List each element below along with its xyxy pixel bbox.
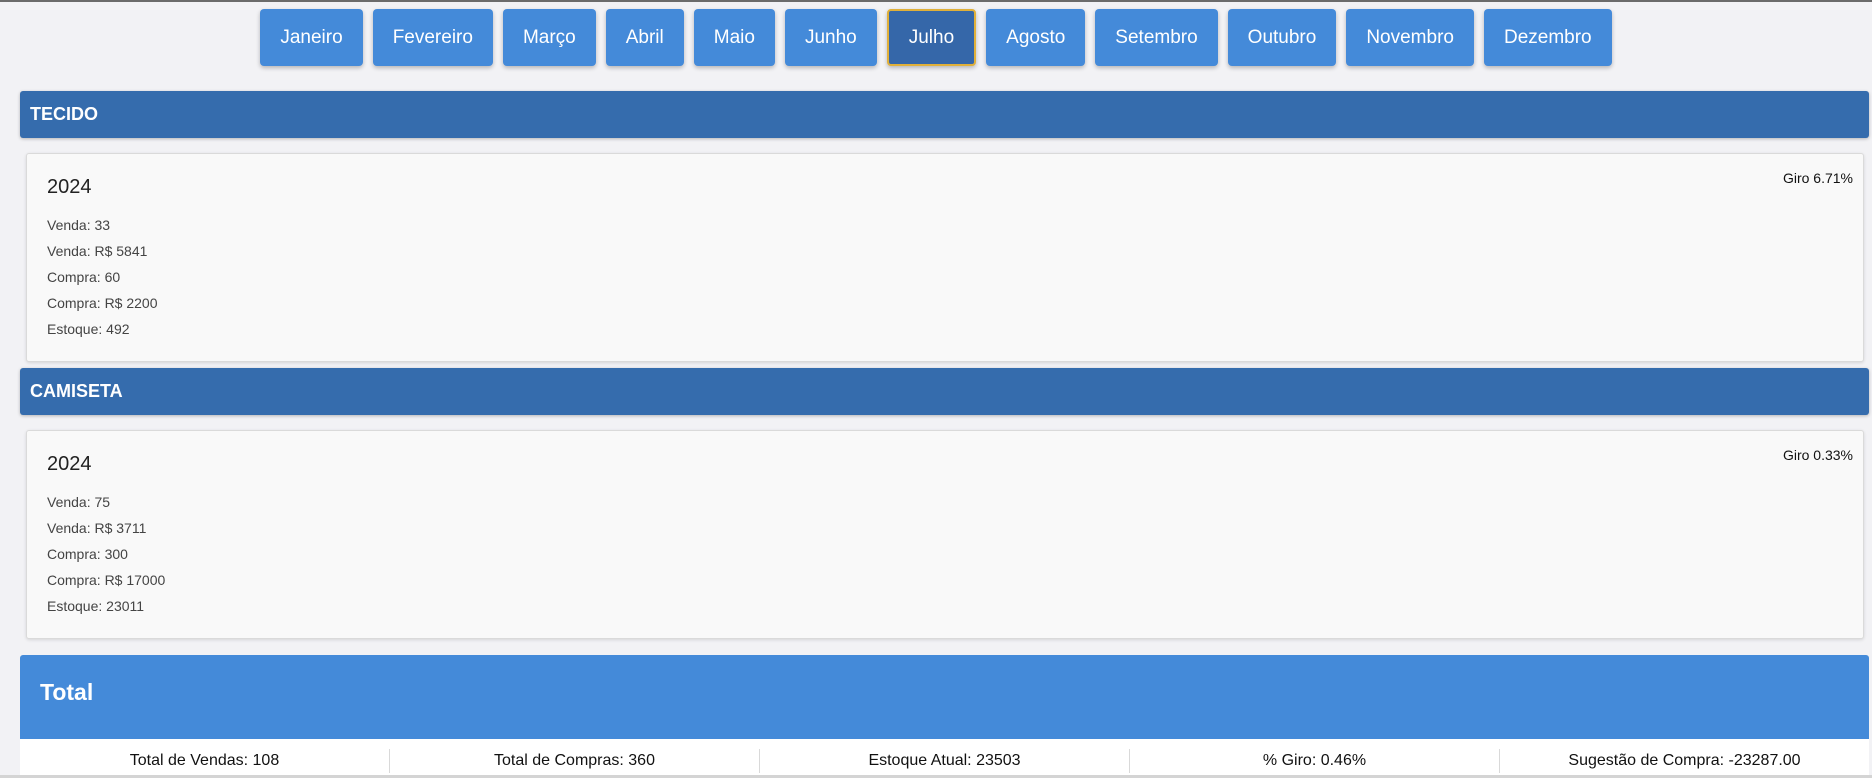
giro-percent: Giro 0.33% xyxy=(1782,447,1853,463)
month-selector: Janeiro Fevereiro Março Abril Maio Junho… xyxy=(0,9,1872,66)
month-button-agosto[interactable]: Agosto xyxy=(986,9,1086,66)
stat-compra-value: Compra: R$ 17000 xyxy=(47,572,166,588)
card-year: 2024 xyxy=(47,453,92,475)
month-button-fevereiro[interactable]: Fevereiro xyxy=(372,9,493,66)
month-button-setembro[interactable]: Setembro xyxy=(1095,9,1218,66)
window-top-border xyxy=(0,0,1872,2)
total-panel: Total xyxy=(20,655,1869,739)
month-button-julho[interactable]: Julho xyxy=(886,9,977,66)
estoque-atual: Estoque Atual: 23503 xyxy=(760,749,1130,773)
stat-venda-value: Venda: R$ 3711 xyxy=(47,520,147,536)
stat-compra-qty: Compra: 60 xyxy=(47,269,121,285)
stat-venda-value: Venda: R$ 5841 xyxy=(47,243,148,259)
total-title: Total xyxy=(40,679,94,705)
card-stats: Venda: 75 Venda: R$ 3711 Compra: 300 Com… xyxy=(47,489,165,619)
month-button-dezembro[interactable]: Dezembro xyxy=(1483,9,1612,66)
stat-estoque: Estoque: 492 xyxy=(47,321,130,337)
month-button-maio[interactable]: Maio xyxy=(693,9,775,66)
total-compras: Total de Compras: 360 xyxy=(390,749,760,773)
stat-compra-qty: Compra: 300 xyxy=(47,546,128,562)
section-header-camiseta: CAMISETA xyxy=(20,368,1869,415)
stat-estoque: Estoque: 23011 xyxy=(47,598,145,614)
total-summary-row: Total de Vendas: 108 Total de Compras: 3… xyxy=(20,739,1869,776)
month-button-janeiro[interactable]: Janeiro xyxy=(260,9,363,66)
product-card-tecido: 2024 Venda: 33 Venda: R$ 5841 Compra: 60… xyxy=(26,153,1864,362)
giro-percent: Giro 6.71% xyxy=(1782,170,1853,186)
card-year: 2024 xyxy=(47,176,92,198)
card-stats: Venda: 33 Venda: R$ 5841 Compra: 60 Comp… xyxy=(47,212,158,342)
month-button-outubro[interactable]: Outubro xyxy=(1227,9,1337,66)
month-button-junho[interactable]: Junho xyxy=(784,9,877,66)
month-button-marco[interactable]: Março xyxy=(502,9,596,66)
stat-venda-qty: Venda: 33 xyxy=(47,217,111,233)
giro-total: % Giro: 0.46% xyxy=(1130,749,1500,773)
sugestao-compra: Sugestão de Compra: -23287.00 xyxy=(1568,752,1801,769)
month-button-novembro[interactable]: Novembro xyxy=(1346,9,1474,66)
section-header-tecido: TECIDO xyxy=(20,91,1869,138)
product-card-camiseta: 2024 Venda: 75 Venda: R$ 3711 Compra: 30… xyxy=(26,430,1864,639)
total-vendas: Total de Vendas: 108 xyxy=(20,749,390,773)
month-button-abril[interactable]: Abril xyxy=(605,9,684,66)
stat-venda-qty: Venda: 75 xyxy=(47,494,111,510)
stat-compra-value: Compra: R$ 2200 xyxy=(47,295,158,311)
